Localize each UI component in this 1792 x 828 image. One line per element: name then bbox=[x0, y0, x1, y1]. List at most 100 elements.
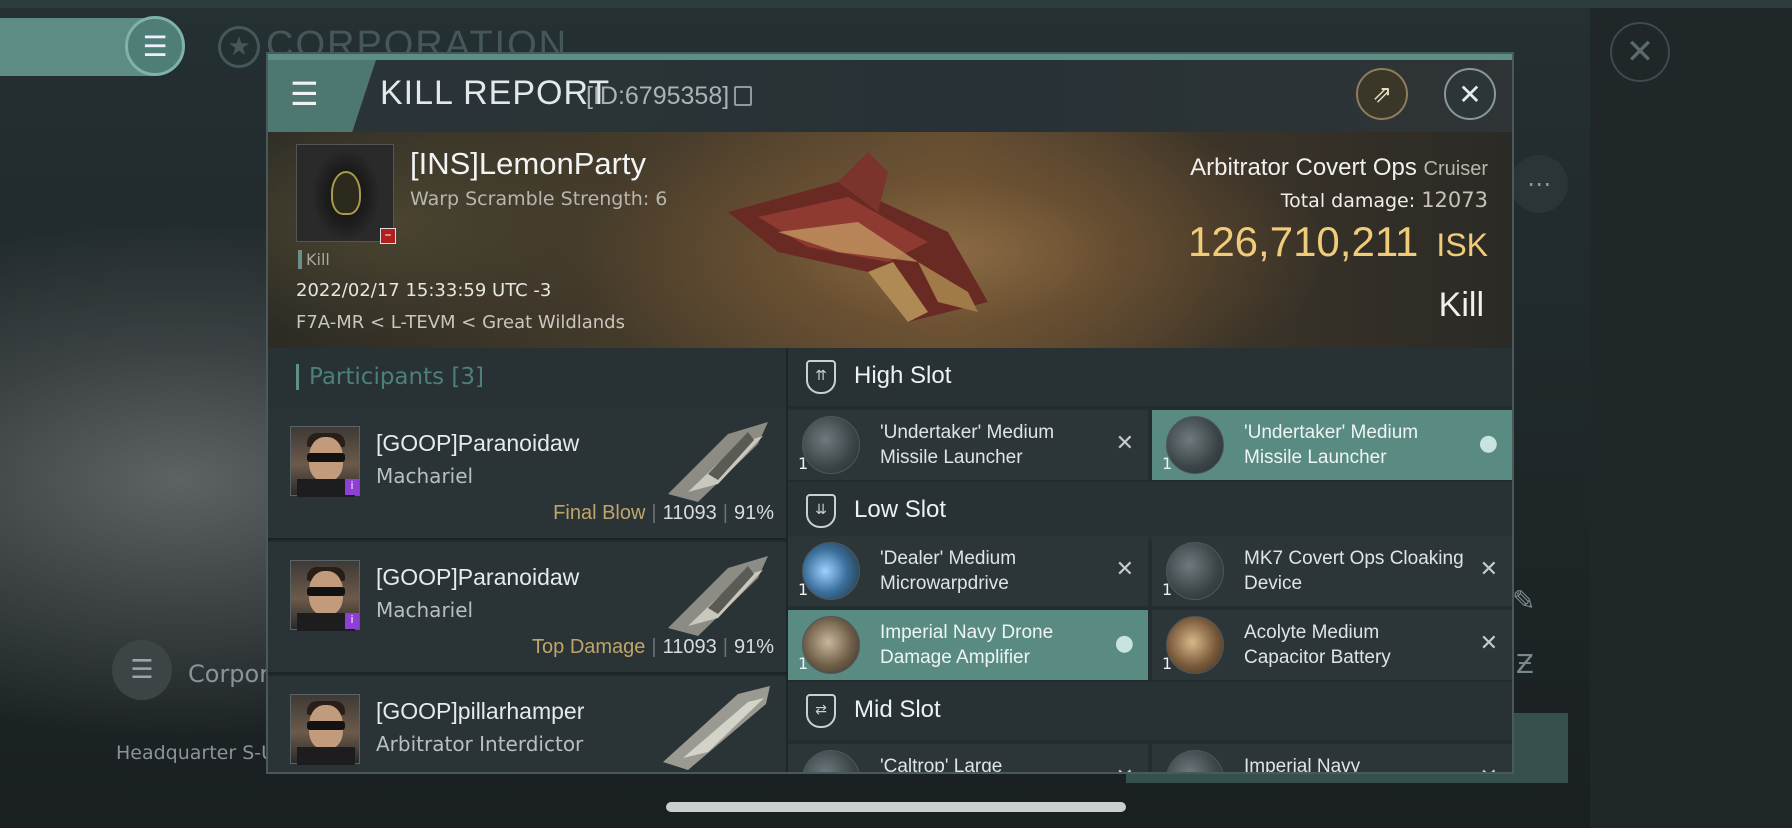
export-button[interactable]: ⇗ bbox=[1356, 68, 1408, 120]
ship-name[interactable]: Arbitrator Covert Ops Cruiser bbox=[1190, 154, 1488, 182]
close-button[interactable]: ✕ bbox=[1444, 68, 1496, 120]
participant-ship-icon bbox=[663, 686, 770, 770]
destroyed-icon: ✕ bbox=[1115, 431, 1134, 456]
security-badge-icon: i bbox=[345, 613, 359, 629]
participant-ship: Arbitrator Interdictor bbox=[376, 732, 584, 756]
participant-row[interactable]: i [GOOP]Paranoidaw Machariel Top Damage |… bbox=[268, 542, 786, 674]
module-icon bbox=[1166, 750, 1224, 772]
warp-scramble-strength: Warp Scramble Strength: 6 bbox=[410, 188, 668, 210]
portrait-glasses bbox=[307, 721, 345, 730]
participant-ship-icon bbox=[668, 556, 768, 636]
destroyed-icon: ✕ bbox=[1479, 557, 1498, 582]
background-right-panel bbox=[1590, 8, 1792, 828]
fitting-panel: ⇈ High Slot 1 'Undertaker' Medium Missil… bbox=[788, 348, 1512, 774]
total-damage-label: Total damage: bbox=[1280, 190, 1416, 212]
module-item[interactable]: 1 Imperial Navy Drone Damage Amplifier ● bbox=[788, 610, 1148, 680]
participant-portrait[interactable] bbox=[290, 694, 360, 765]
ship-class: Cruiser bbox=[1423, 158, 1488, 180]
kill-date: 2022/02/17 15:33:59 UTC -3 bbox=[296, 280, 552, 301]
high-slot-icon: ⇈ bbox=[806, 360, 836, 394]
participant-row[interactable]: i [GOOP]Paranoidaw Machariel Final Blow |… bbox=[268, 408, 786, 540]
module-quantity: 1 bbox=[798, 454, 809, 473]
sort-icon[interactable]: Ƶ bbox=[1516, 650, 1534, 680]
victim-portrait-mask bbox=[331, 171, 361, 215]
module-name: 'Dealer' Medium Microwarpdrive bbox=[880, 548, 1017, 594]
microwarpdrive-icon bbox=[802, 542, 860, 600]
participant-portrait[interactable]: i bbox=[290, 560, 360, 631]
window-title: KILL REPORT bbox=[380, 74, 611, 112]
missile-launcher-icon bbox=[1166, 416, 1224, 474]
participant-portrait[interactable]: i bbox=[290, 426, 360, 497]
module-item[interactable]: 1 MK7 Covert Ops Cloaking Device ✕ bbox=[1152, 536, 1512, 606]
module-quantity: 1 bbox=[1162, 654, 1173, 673]
ship-type: Arbitrator Covert Ops bbox=[1190, 154, 1417, 181]
module-icon bbox=[802, 750, 860, 772]
participant-stats: Final Blow | 11093 | 91% bbox=[553, 502, 774, 525]
module-name: Acolyte Medium Capacitor Battery bbox=[1244, 622, 1391, 668]
module-name: Imperial Navy bbox=[1244, 756, 1361, 774]
participant-damage: 11093 bbox=[662, 636, 717, 658]
victim-ship-image[interactable] bbox=[718, 142, 998, 332]
kill-banner: – [INS]LemonParty Warp Scramble Strength… bbox=[268, 132, 1512, 348]
high-slot-title: High Slot bbox=[854, 362, 952, 389]
kill-location[interactable]: F7A-MR < L-TEVM < Great Wildlands bbox=[296, 312, 625, 333]
drone-amplifier-icon bbox=[802, 616, 860, 674]
module-item[interactable]: 1 Acolyte Medium Capacitor Battery ✕ bbox=[1152, 610, 1512, 680]
module-item[interactable]: 1 'Dealer' Medium Microwarpdrive ✕ bbox=[788, 536, 1148, 606]
module-quantity: 1 bbox=[1162, 580, 1173, 599]
portrait-suit bbox=[297, 747, 355, 765]
kill-report-window: ☰ KILL REPORT [ID:6795358] ⇗ ✕ – [INS]Le… bbox=[266, 52, 1514, 774]
background-top-bar bbox=[0, 0, 1792, 8]
export-icon: ⇗ bbox=[1371, 80, 1393, 108]
low-slot-icon: ⇊ bbox=[806, 494, 836, 528]
module-quantity: 1 bbox=[798, 654, 809, 673]
participant-ship: Machariel bbox=[376, 598, 474, 622]
participants-label: Participants bbox=[309, 364, 445, 390]
standing-badge-icon: – bbox=[380, 228, 396, 244]
portrait-glasses bbox=[307, 587, 345, 596]
module-name: 'Undertaker' Medium Missile Launcher bbox=[1244, 422, 1419, 468]
background-menu-button[interactable]: ☰ bbox=[125, 16, 185, 76]
portrait-glasses bbox=[307, 453, 345, 462]
background-corporation-button[interactable]: ☰ bbox=[112, 640, 172, 700]
copy-icon[interactable] bbox=[734, 86, 752, 106]
isk-amount: 126,710,211 bbox=[1187, 218, 1419, 265]
module-item[interactable]: 1 'Undertaker' Medium Missile Launcher ● bbox=[1152, 410, 1512, 480]
menu-icon: ☰ bbox=[142, 29, 168, 63]
destroyed-icon: ✕ bbox=[1479, 631, 1498, 656]
participant-ship: Machariel bbox=[376, 464, 474, 488]
total-damage: Total damage: 12073 bbox=[1281, 188, 1488, 212]
destroyed-icon: ✕ bbox=[1116, 766, 1134, 773]
participant-row[interactable]: [GOOP]pillarhamper Arbitrator Interdicto… bbox=[268, 676, 786, 772]
missile-launcher-icon bbox=[802, 416, 860, 474]
background-headquarter-label: Headquarter S-U bbox=[116, 742, 276, 764]
participants-panel: Participants [3] i [GOOP]Paranoidaw Mach… bbox=[268, 348, 786, 772]
background-more-button[interactable]: ⋯ bbox=[1510, 155, 1568, 213]
divider: | bbox=[651, 502, 657, 524]
participants-count: [3] bbox=[451, 364, 485, 390]
total-damage-value: 12073 bbox=[1421, 188, 1488, 212]
module-item[interactable]: Imperial Navy ✕ bbox=[1152, 744, 1512, 774]
low-slot-header: ⇊ Low Slot bbox=[788, 482, 1512, 540]
security-badge-icon: i bbox=[345, 479, 359, 495]
participant-damage: 11093 bbox=[662, 502, 717, 524]
home-indicator[interactable] bbox=[666, 802, 1126, 812]
participant-tag: Final Blow bbox=[553, 502, 646, 524]
module-quantity: 1 bbox=[798, 580, 809, 599]
menu-icon: ☰ bbox=[290, 75, 319, 113]
victim-name[interactable]: [INS]LemonParty bbox=[410, 146, 646, 182]
module-name: 'Undertaker' Medium Missile Launcher bbox=[880, 422, 1055, 468]
background-close-button[interactable]: ✕ bbox=[1610, 22, 1670, 82]
participant-name: [GOOP]Paranoidaw bbox=[376, 564, 580, 590]
participant-name: [GOOP]pillarhamper bbox=[376, 698, 585, 724]
module-item[interactable]: 'Caltrop' Large ✕ bbox=[788, 744, 1148, 773]
participant-percent: 91% bbox=[733, 636, 774, 658]
participant-stats: Top Damage | 11093 | 91% bbox=[532, 636, 774, 659]
low-slot-title: Low Slot bbox=[854, 496, 947, 523]
module-item[interactable]: 1 'Undertaker' Medium Missile Launcher ✕ bbox=[788, 410, 1148, 480]
participants-title: Participants [3] bbox=[296, 364, 484, 390]
edit-icon[interactable]: ✎ bbox=[1512, 584, 1535, 617]
kill-id: [ID:6795358] bbox=[586, 82, 730, 110]
divider: | bbox=[722, 502, 728, 524]
module-name: Imperial Navy Drone Damage Amplifier bbox=[880, 622, 1054, 668]
